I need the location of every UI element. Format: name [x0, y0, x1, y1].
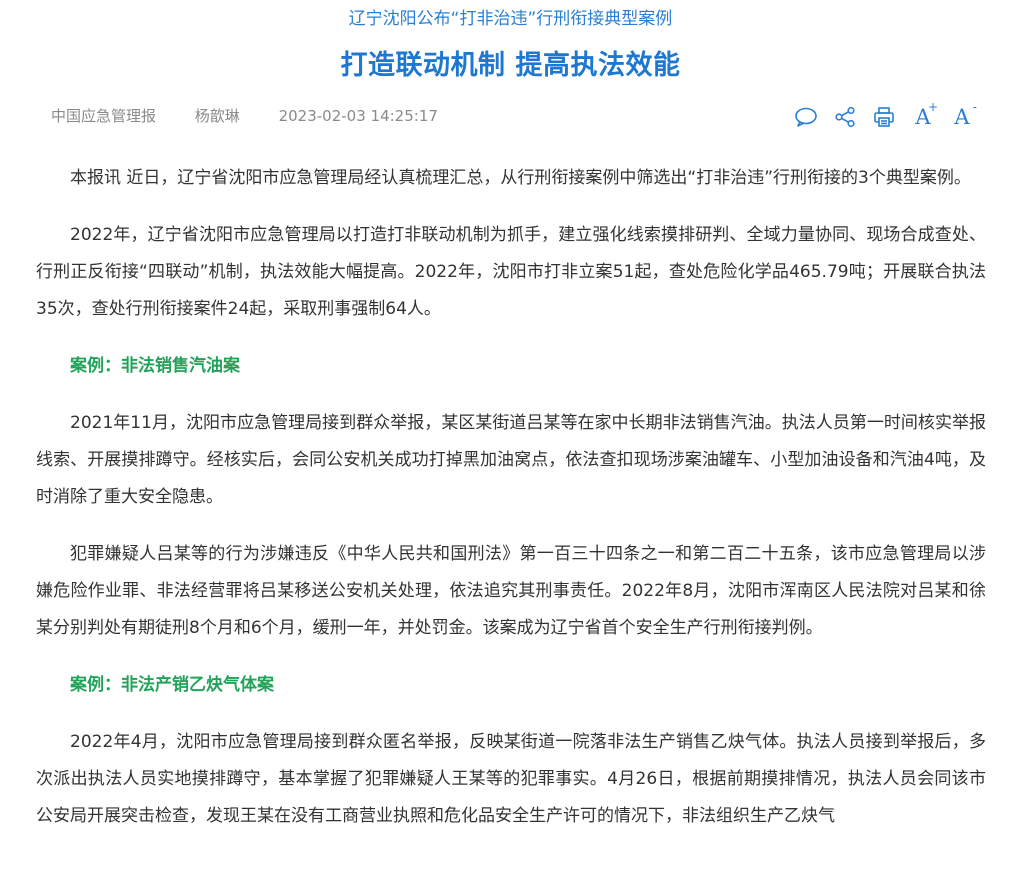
article-paragraph: 犯罪嫌疑人吕某等的行为涉嫌违反《中华人民共和国刑法》第一百三十四条之一和第二百二…: [36, 544, 986, 638]
font-increase-plus: +: [927, 100, 938, 114]
article-paragraph: 2022年4月，沈阳市应急管理局接到群众匿名举报，反映某街道一院落非法生产销售乙…: [36, 732, 986, 826]
article-paragraph: 本报讯 近日，辽宁省沈阳市应急管理局经认真梳理汇总，从行刑衔接案例中筛选出“打非…: [70, 168, 971, 188]
meta-source: 中国应急管理报: [51, 107, 157, 125]
meta-datetime: 2023-02-03 14:25:17: [278, 107, 438, 125]
article-title: 打造联动机制 提高执法效能: [340, 50, 681, 81]
article-subtitle: 辽宁沈阳公布“打非治违”行刑衔接典型案例: [348, 9, 673, 29]
font-decrease-letter: A: [954, 105, 970, 129]
case-heading: 案例：非法销售汽油案: [70, 356, 240, 376]
font-increase-icon[interactable]: A +: [910, 100, 938, 130]
font-decrease-minus: -: [972, 100, 977, 114]
share-icon[interactable]: [832, 104, 858, 130]
meta-author: 杨歆琳: [194, 107, 240, 125]
article-paragraph: 2022年，辽宁省沈阳市应急管理局以打造打非联动机制为抓手，建立强化线索摸排研判…: [36, 225, 986, 319]
article-toolbar: A + A -: [793, 100, 988, 130]
comment-icon[interactable]: [793, 104, 819, 130]
case-heading: 案例：非法产销乙炔气体案: [70, 675, 274, 695]
article-body: 本报讯 近日，辽宁省沈阳市应急管理局经认真梳理汇总，从行刑衔接案例中筛选出“打非…: [36, 160, 986, 855]
font-decrease-icon[interactable]: A -: [949, 100, 977, 130]
article-meta: 中国应急管理报 杨歆琳 2023-02-03 14:25:17: [51, 104, 438, 128]
print-icon[interactable]: [871, 104, 897, 130]
article-paragraph: 2021年11月，沈阳市应急管理局接到群众举报，某区某街道吕某等在家中长期非法销…: [36, 413, 986, 507]
